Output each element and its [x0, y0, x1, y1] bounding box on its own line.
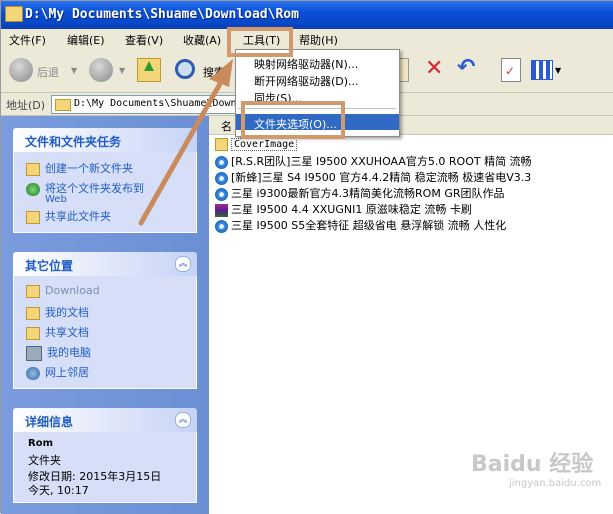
tutorial-arrow — [138, 59, 233, 226]
explorer-window: D:\My Documents\Shuame\Download\Rom 文件(F… — [0, 0, 613, 514]
